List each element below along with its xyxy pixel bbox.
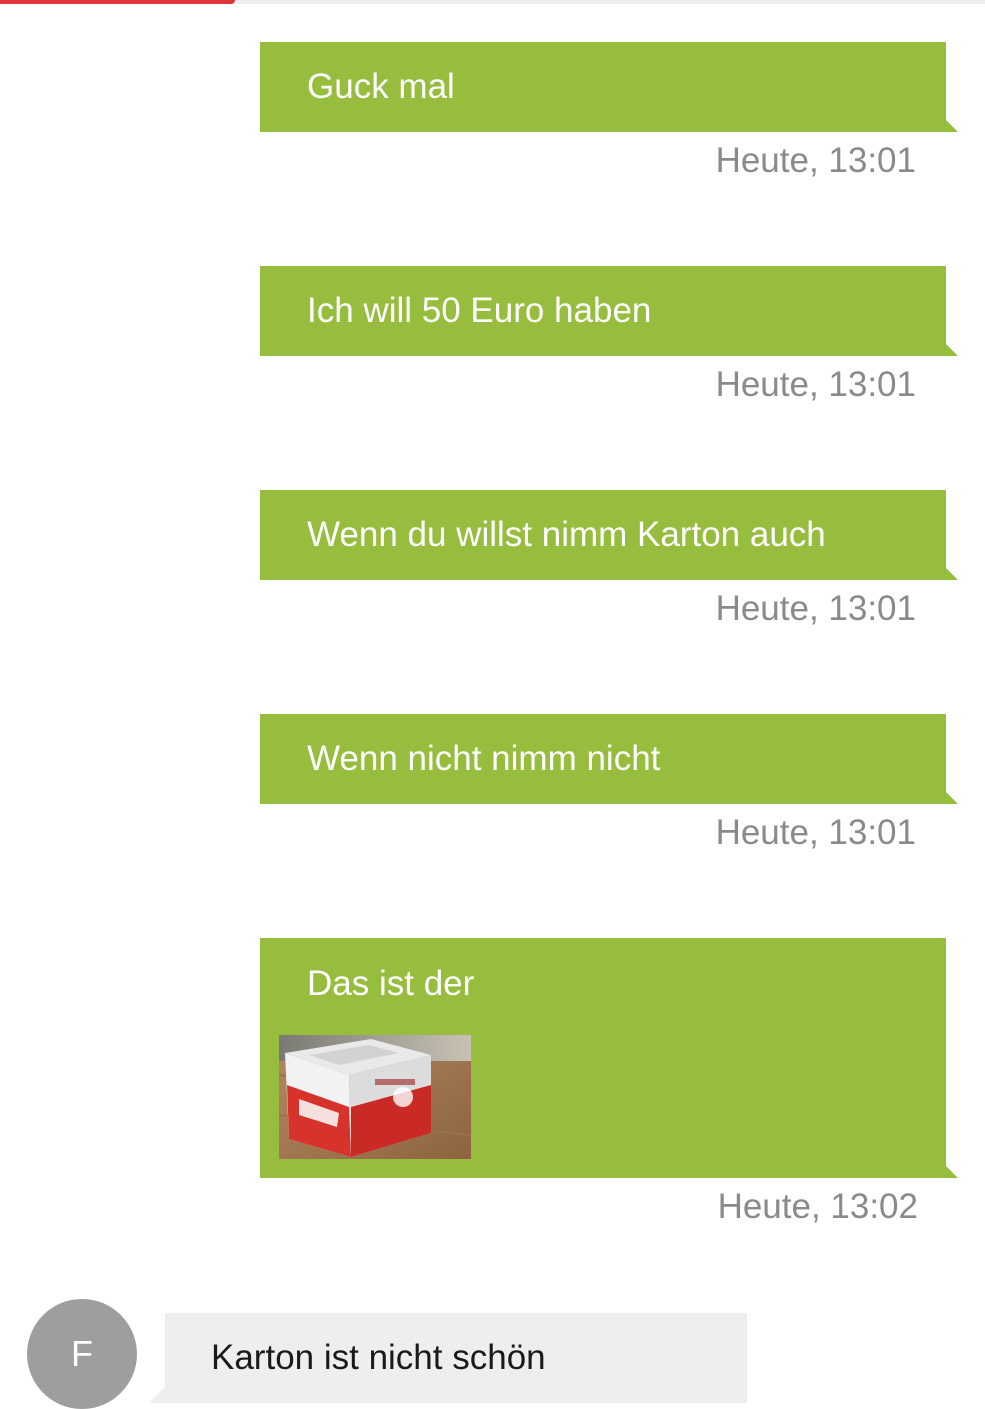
- message-bubble[interactable]: Guck mal: [260, 42, 958, 132]
- outgoing-message: Ich will 50 Euro haben Heute, 13:01: [260, 266, 958, 404]
- outgoing-message: Das ist der Heute, 13:02: [260, 938, 958, 1226]
- incoming-message: F Karton ist nicht schön: [0, 1298, 985, 1409]
- outgoing-message: Wenn du willst nimm Karton auch Heute, 1…: [260, 490, 958, 628]
- message-timestamp: Heute, 13:02: [717, 1187, 918, 1226]
- message-timestamp: Heute, 13:01: [715, 813, 916, 852]
- message-text: Karton ist nicht schön: [211, 1338, 546, 1377]
- message-bubble[interactable]: Ich will 50 Euro haben: [260, 266, 958, 356]
- message-text: Guck mal: [307, 67, 455, 106]
- top-bar-accent: [0, 0, 235, 4]
- message-text: Wenn du willst nimm Karton auch: [307, 515, 826, 554]
- avatar[interactable]: F: [27, 1299, 137, 1409]
- image-thumbnail[interactable]: [279, 1035, 471, 1159]
- top-bar: [0, 0, 985, 4]
- outgoing-message: Wenn nicht nimm nicht Heute, 13:01: [260, 714, 958, 852]
- message-text: Ich will 50 Euro haben: [307, 291, 652, 330]
- message-bubble[interactable]: Wenn du willst nimm Karton auch: [260, 490, 958, 580]
- message-timestamp: Heute, 13:01: [715, 365, 916, 404]
- message-text: Das ist der: [307, 964, 475, 1003]
- message-bubble[interactable]: Wenn nicht nimm nicht: [260, 714, 958, 804]
- message-bubble[interactable]: Karton ist nicht schön: [149, 1313, 747, 1403]
- message-timestamp: Heute, 13:01: [715, 589, 916, 628]
- message-text: Wenn nicht nimm nicht: [307, 739, 661, 778]
- message-bubble[interactable]: Das ist der: [260, 938, 958, 1178]
- outgoing-message: Guck mal Heute, 13:01: [260, 42, 958, 180]
- avatar-initial: F: [71, 1333, 93, 1374]
- message-timestamp: Heute, 13:01: [715, 141, 916, 180]
- box-photo-icon: [279, 1035, 471, 1159]
